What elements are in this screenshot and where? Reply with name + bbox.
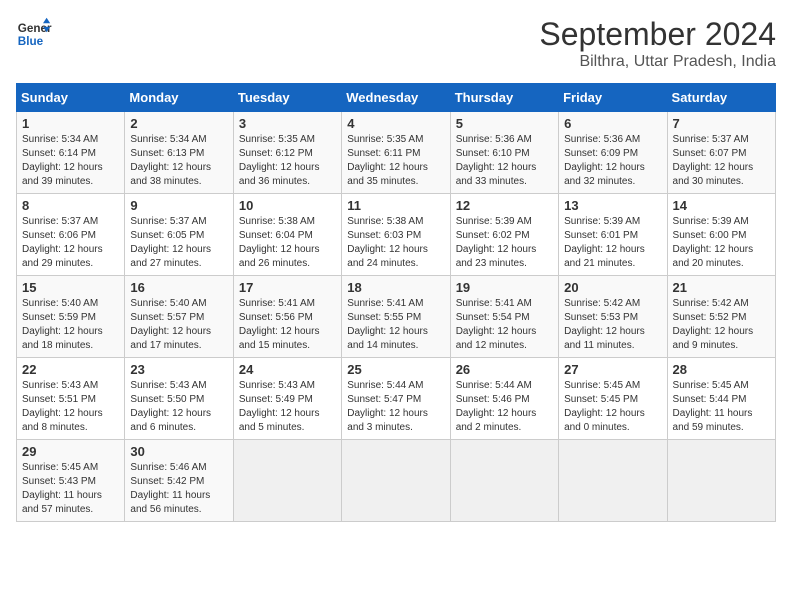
table-row: 9Sunrise: 5:37 AM Sunset: 6:05 PM Daylig… (125, 194, 233, 276)
col-thursday: Thursday (450, 84, 558, 112)
table-row: 6Sunrise: 5:36 AM Sunset: 6:09 PM Daylig… (559, 112, 667, 194)
header-row: Sunday Monday Tuesday Wednesday Thursday… (17, 84, 776, 112)
table-row: 22Sunrise: 5:43 AM Sunset: 5:51 PM Dayli… (17, 358, 125, 440)
table-row: 12Sunrise: 5:39 AM Sunset: 6:02 PM Dayli… (450, 194, 558, 276)
location-subtitle: Bilthra, Uttar Pradesh, India (539, 53, 776, 71)
col-saturday: Saturday (667, 84, 775, 112)
table-row: 18Sunrise: 5:41 AM Sunset: 5:55 PM Dayli… (342, 276, 450, 358)
table-row: 25Sunrise: 5:44 AM Sunset: 5:47 PM Dayli… (342, 358, 450, 440)
title-block: September 2024 Bilthra, Uttar Pradesh, I… (539, 16, 776, 71)
table-row: 21Sunrise: 5:42 AM Sunset: 5:52 PM Dayli… (667, 276, 775, 358)
table-row: 13Sunrise: 5:39 AM Sunset: 6:01 PM Dayli… (559, 194, 667, 276)
calendar-table: Sunday Monday Tuesday Wednesday Thursday… (16, 83, 776, 522)
table-row (233, 440, 341, 522)
table-row (667, 440, 775, 522)
table-row: 19Sunrise: 5:41 AM Sunset: 5:54 PM Dayli… (450, 276, 558, 358)
table-row (342, 440, 450, 522)
svg-text:Blue: Blue (18, 35, 44, 48)
table-row: 2Sunrise: 5:34 AM Sunset: 6:13 PM Daylig… (125, 112, 233, 194)
table-row: 16Sunrise: 5:40 AM Sunset: 5:57 PM Dayli… (125, 276, 233, 358)
table-row: 5Sunrise: 5:36 AM Sunset: 6:10 PM Daylig… (450, 112, 558, 194)
table-row: 3Sunrise: 5:35 AM Sunset: 6:12 PM Daylig… (233, 112, 341, 194)
table-row (559, 440, 667, 522)
table-row: 17Sunrise: 5:41 AM Sunset: 5:56 PM Dayli… (233, 276, 341, 358)
table-row: 20Sunrise: 5:42 AM Sunset: 5:53 PM Dayli… (559, 276, 667, 358)
table-row: 29Sunrise: 5:45 AM Sunset: 5:43 PM Dayli… (17, 440, 125, 522)
col-tuesday: Tuesday (233, 84, 341, 112)
table-row: 27Sunrise: 5:45 AM Sunset: 5:45 PM Dayli… (559, 358, 667, 440)
month-title: September 2024 (539, 16, 776, 53)
table-row: 4Sunrise: 5:35 AM Sunset: 6:11 PM Daylig… (342, 112, 450, 194)
table-row: 30Sunrise: 5:46 AM Sunset: 5:42 PM Dayli… (125, 440, 233, 522)
col-sunday: Sunday (17, 84, 125, 112)
table-row: 28Sunrise: 5:45 AM Sunset: 5:44 PM Dayli… (667, 358, 775, 440)
logo-icon: General Blue (16, 16, 52, 52)
col-wednesday: Wednesday (342, 84, 450, 112)
col-monday: Monday (125, 84, 233, 112)
table-row: 14Sunrise: 5:39 AM Sunset: 6:00 PM Dayli… (667, 194, 775, 276)
page-header: General Blue September 2024 Bilthra, Utt… (16, 16, 776, 71)
table-row: 15Sunrise: 5:40 AM Sunset: 5:59 PM Dayli… (17, 276, 125, 358)
table-row: 8Sunrise: 5:37 AM Sunset: 6:06 PM Daylig… (17, 194, 125, 276)
table-row: 1Sunrise: 5:34 AM Sunset: 6:14 PM Daylig… (17, 112, 125, 194)
table-row: 24Sunrise: 5:43 AM Sunset: 5:49 PM Dayli… (233, 358, 341, 440)
table-row: 11Sunrise: 5:38 AM Sunset: 6:03 PM Dayli… (342, 194, 450, 276)
table-row (450, 440, 558, 522)
logo: General Blue (16, 16, 52, 52)
col-friday: Friday (559, 84, 667, 112)
table-row: 10Sunrise: 5:38 AM Sunset: 6:04 PM Dayli… (233, 194, 341, 276)
table-row: 26Sunrise: 5:44 AM Sunset: 5:46 PM Dayli… (450, 358, 558, 440)
table-row: 7Sunrise: 5:37 AM Sunset: 6:07 PM Daylig… (667, 112, 775, 194)
table-row: 23Sunrise: 5:43 AM Sunset: 5:50 PM Dayli… (125, 358, 233, 440)
